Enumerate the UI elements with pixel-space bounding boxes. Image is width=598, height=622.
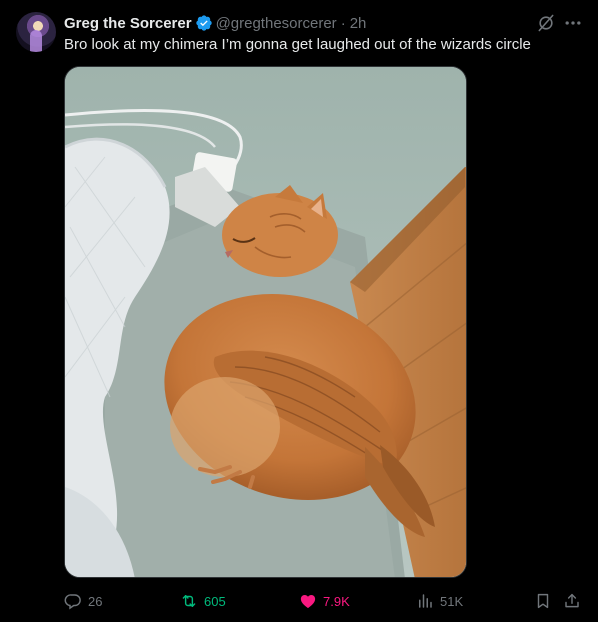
heart-icon [300, 595, 316, 609]
tweet[interactable]: Greg the Sorcerer @gregthesorcerer · 2h … [0, 0, 598, 622]
views-button[interactable]: 51K [416, 589, 463, 613]
like-button[interactable]: 7.9K [299, 589, 350, 613]
verified-badge-icon[interactable] [195, 14, 213, 32]
tweet-header: Greg the Sorcerer @gregthesorcerer · 2h [64, 13, 366, 33]
action-bar: 26 605 7.9K 51K [64, 589, 582, 613]
chimera-photo [65, 67, 466, 577]
grok-icon[interactable] [536, 13, 556, 33]
bookmark-button[interactable] [534, 589, 552, 613]
views-chart-icon [419, 594, 432, 608]
share-icon [565, 593, 579, 608]
tweet-photo[interactable] [64, 66, 467, 578]
retweet-button[interactable]: 605 [180, 589, 226, 613]
retweet-icon [182, 595, 196, 607]
more-dots-icon[interactable] [563, 13, 583, 33]
retweet-count: 605 [204, 593, 226, 609]
author-display-name[interactable]: Greg the Sorcerer [64, 15, 192, 32]
like-count: 7.9K [323, 593, 350, 609]
author-handle[interactable]: @gregthesorcerer [216, 15, 337, 32]
tweet-text: Bro look at my chimera I’m gonna get lau… [64, 36, 531, 53]
avatar-figure [30, 30, 42, 52]
bookmark-icon [537, 593, 549, 609]
views-count: 51K [440, 593, 464, 609]
reply-count: 26 [88, 593, 103, 609]
reply-button[interactable]: 26 [64, 589, 102, 613]
share-button[interactable] [563, 589, 581, 613]
separator-dot: · [340, 14, 346, 32]
avatar[interactable] [16, 12, 56, 52]
timestamp[interactable]: 2h [350, 15, 367, 32]
reply-icon [64, 594, 81, 610]
